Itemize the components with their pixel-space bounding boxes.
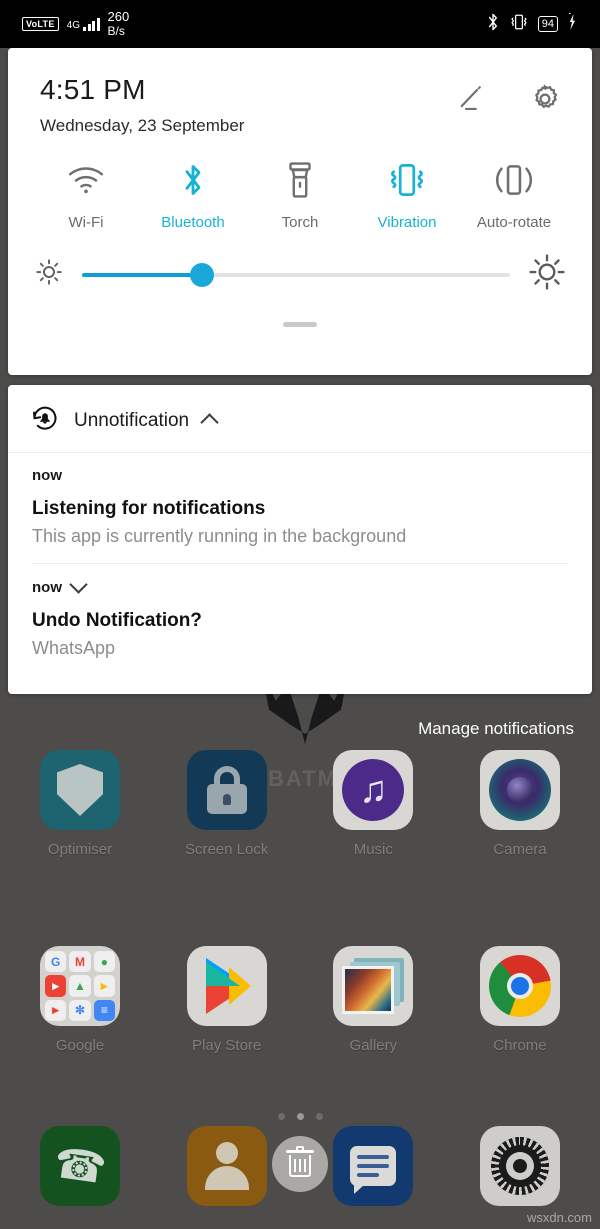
manage-notifications-button[interactable]: Manage notifications — [418, 719, 574, 739]
page-indicator — [0, 1113, 600, 1120]
app-label: Screen Lock — [184, 841, 269, 858]
chevron-up-icon[interactable] — [200, 412, 219, 432]
app-icon-screen-lock[interactable]: Screen Lock — [157, 750, 297, 858]
quick-settings-panel: 4:51 PM Wednesday, 23 September Wi-Fi Bl… — [8, 48, 592, 375]
dock-item-settings[interactable] — [450, 1126, 590, 1206]
notification-timestamp: now — [32, 467, 62, 484]
vibrate-icon — [384, 158, 430, 202]
page-dot — [315, 1113, 323, 1120]
notification-item-undo[interactable]: now Undo Notification? WhatsApp — [8, 564, 592, 675]
network-speed-value: 260 — [107, 9, 130, 24]
toggle-auto-rotate[interactable]: Auto-rotate — [462, 158, 566, 231]
watermark: wsxdn.com — [526, 1210, 592, 1225]
volte-badge: VoLTE — [22, 17, 59, 31]
dock-item-phone[interactable]: ☎ — [10, 1126, 150, 1206]
app-row-2: G M ● ► ▲ ► ► ✻ ≡ Google Play Store Gall… — [0, 946, 600, 1054]
pencil-icon[interactable] — [456, 82, 490, 121]
quick-toggles: Wi-Fi Bluetooth Torch Vibration Auto-rot… — [8, 136, 592, 231]
notification-app-name: Unnotification — [74, 409, 190, 431]
brightness-low-icon — [34, 257, 64, 292]
app-icon-music[interactable]: ♫ Music — [303, 750, 443, 858]
network-speed: 260 B/s — [107, 9, 130, 39]
app-grid: Optimiser Screen Lock ♫ Music Camera G M… — [0, 750, 600, 1054]
app-row-1: Optimiser Screen Lock ♫ Music Camera — [0, 750, 600, 858]
app-label: Music — [353, 841, 393, 858]
wifi-icon — [66, 158, 106, 202]
app-folder-google[interactable]: G M ● ► ▲ ► ► ✻ ≡ Google — [10, 946, 150, 1054]
page-dot — [277, 1113, 285, 1120]
app-label: Google — [55, 1037, 105, 1054]
vibrate-icon — [508, 13, 530, 36]
toggle-label: Wi-Fi — [68, 214, 104, 231]
notification-timestamp-row: now — [32, 575, 570, 596]
padlock-icon — [186, 750, 267, 830]
trash-icon[interactable] — [272, 1136, 328, 1192]
signal-icon: 4G — [67, 17, 100, 31]
notification-body: WhatsApp — [32, 638, 116, 658]
chevron-down-icon[interactable] — [69, 575, 88, 594]
network-type-label: 4G — [66, 20, 81, 31]
app-icon-optimiser[interactable]: Optimiser — [10, 750, 150, 858]
network-speed-unit: B/s — [107, 24, 125, 38]
toggle-torch[interactable]: Torch — [248, 158, 352, 231]
app-icon-chrome[interactable]: Chrome — [450, 946, 590, 1054]
messages-icon — [333, 1126, 414, 1206]
app-label: Play Store — [192, 1037, 262, 1054]
flashlight-icon — [287, 158, 313, 202]
toggle-label: Vibration — [377, 214, 437, 231]
quick-settings-header: 4:51 PM Wednesday, 23 September — [8, 48, 592, 136]
app-label: Gallery — [349, 1037, 398, 1054]
camera-lens-icon — [479, 750, 560, 830]
notification-item-listening[interactable]: now Listening for notifications This app… — [8, 453, 592, 563]
undo-bell-icon — [30, 403, 60, 438]
app-icon-play-store[interactable]: Play Store — [157, 946, 297, 1054]
brightness-slider[interactable] — [82, 262, 510, 287]
notification-group-header[interactable]: Unnotification — [8, 385, 592, 453]
battery-indicator: 94 — [537, 16, 558, 32]
app-icon-camera[interactable]: Camera — [450, 750, 590, 858]
panel-drag-handle[interactable] — [8, 322, 592, 327]
bluetooth-icon — [486, 12, 500, 37]
gear-icon[interactable] — [528, 82, 562, 121]
app-label: Camera — [493, 841, 547, 858]
toggle-label: Bluetooth — [161, 214, 225, 231]
charging-bolt-icon — [566, 12, 578, 36]
notification-body: This app is currently running in the bac… — [32, 526, 407, 546]
music-note-icon: ♫ — [333, 750, 414, 830]
rotate-icon — [493, 158, 535, 202]
clock-date: Wednesday, 23 September — [40, 116, 245, 135]
brightness-slider-thumb[interactable] — [189, 262, 214, 287]
brightness-slider-row — [8, 231, 592, 296]
app-icon-gallery[interactable]: Gallery — [303, 946, 443, 1054]
status-bar: VoLTE 4G 260 B/s 94 — [0, 0, 600, 48]
notification-title: Listening for notifications — [32, 498, 266, 519]
notification-timestamp: now — [32, 578, 62, 596]
page-dot-active — [296, 1113, 304, 1120]
shield-icon — [40, 750, 120, 830]
phone-icon: ☎ — [40, 1126, 120, 1206]
toggle-label: Auto-rotate — [476, 214, 552, 231]
gallery-icon — [333, 946, 414, 1026]
phone-screen: BATM Optimiser Screen Lock ♫ Music Camer… — [0, 0, 600, 1229]
toggle-label: Torch — [281, 214, 319, 231]
toggle-wifi[interactable]: Wi-Fi — [34, 158, 138, 231]
toggle-vibration[interactable]: Vibration — [355, 158, 459, 231]
notification-title: Undo Notification? — [32, 610, 202, 631]
chrome-icon — [479, 946, 560, 1026]
toggle-bluetooth[interactable]: Bluetooth — [141, 158, 245, 231]
play-store-icon — [186, 946, 267, 1026]
settings-gear-icon — [479, 1126, 560, 1206]
notification-panel: Unnotification now Listening for notific… — [8, 385, 592, 694]
app-label: Optimiser — [47, 841, 113, 858]
clock-time: 4:51 PM — [40, 74, 146, 105]
contacts-icon — [186, 1126, 267, 1206]
google-folder-icon: G M ● ► ▲ ► ► ✻ ≡ — [40, 946, 120, 1026]
brightness-high-icon — [528, 253, 566, 296]
bluetooth-icon — [178, 158, 208, 202]
app-label: Chrome — [493, 1037, 547, 1054]
